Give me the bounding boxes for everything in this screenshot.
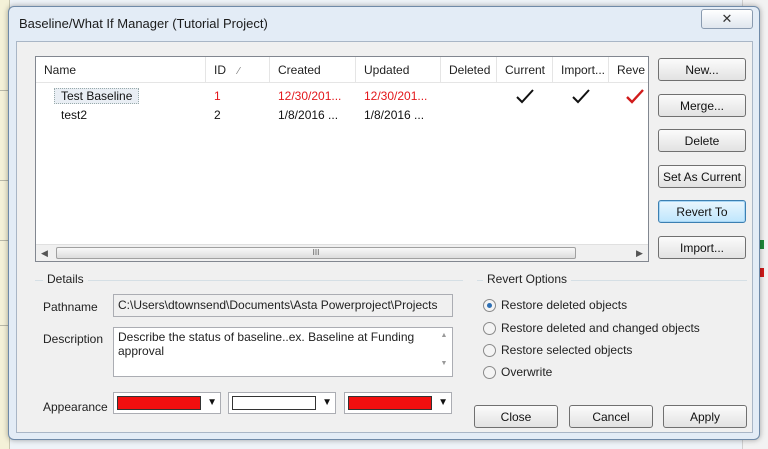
row-name-text: Test Baseline	[54, 88, 140, 104]
revert-to-button[interactable]: Revert To	[658, 200, 746, 223]
radio-restore-deleted-and-changed[interactable]: Restore deleted and changed objects	[483, 319, 700, 337]
description-scrollbar[interactable]: ▲ ▼	[437, 329, 451, 375]
appearance-label: Appearance	[43, 400, 108, 414]
cell-id: 2	[214, 108, 221, 122]
merge-button[interactable]: Merge...	[658, 94, 746, 117]
color-swatch	[232, 396, 316, 410]
appearance-color-dropdown-3[interactable]: ▼	[344, 392, 452, 414]
cell-deleted	[441, 106, 497, 124]
column-header-imported[interactable]: Import...	[553, 57, 609, 83]
column-header-name[interactable]: Name	[36, 57, 206, 83]
revert-options-group-label: Revert Options	[483, 272, 572, 286]
column-header-reverted[interactable]: Reve	[609, 57, 650, 83]
column-header-label: Import...	[561, 63, 606, 77]
pathname-label: Pathname	[43, 300, 98, 314]
cell-updated: 12/30/201...	[364, 89, 428, 103]
imported-check-icon	[572, 89, 590, 104]
appearance-color-dropdown-1[interactable]: ▼	[113, 392, 221, 414]
sort-indicator-icon: ⁄	[238, 66, 240, 77]
reverted-check-icon	[626, 89, 644, 104]
description-field[interactable]: Describe the status of baseline..ex. Bas…	[113, 327, 453, 377]
description-label: Description	[43, 332, 104, 346]
details-group-label: Details	[43, 272, 88, 286]
radio-restore-deleted[interactable]: Restore deleted objects	[483, 296, 627, 314]
radio-restore-selected[interactable]: Restore selected objects	[483, 341, 632, 359]
column-header-label: Updated	[364, 63, 410, 77]
horizontal-scrollbar[interactable]: ◀ III ▶	[36, 244, 648, 261]
column-header-updated[interactable]: Updated	[356, 57, 441, 83]
scroll-down-arrow-icon[interactable]: ▼	[437, 357, 451, 371]
cell-id: 1	[214, 89, 221, 103]
cell-created: 12/30/201...	[278, 89, 342, 103]
table-row[interactable]: test2 2 1/8/2016 ... 1/8/2016 ...	[36, 106, 648, 124]
radio-button-icon	[483, 343, 496, 357]
cell-deleted	[441, 87, 497, 105]
scroll-right-arrow-icon[interactable]: ▶	[631, 245, 648, 262]
baselines-list[interactable]: Name ID ⁄ Created Updated Deleted Current…	[35, 56, 649, 262]
dropdown-arrow-icon: ▼	[322, 397, 332, 408]
radio-label: Restore selected objects	[501, 343, 633, 357]
window-close-button[interactable]: ✕	[701, 9, 753, 29]
cell-name: test2	[61, 108, 88, 122]
column-header-label: Created	[278, 63, 321, 77]
scroll-left-arrow-icon[interactable]: ◀	[36, 245, 53, 262]
table-row[interactable]: Test Baseline 1 12/30/201... 12/30/201..…	[36, 87, 648, 105]
column-header-created[interactable]: Created	[270, 57, 356, 83]
pathname-field[interactable]: C:\Users\dtownsend\Documents\Asta Powerp…	[113, 294, 453, 317]
import-button[interactable]: Import...	[658, 236, 746, 259]
dialog-title: Baseline/What If Manager (Tutorial Proje…	[19, 16, 268, 31]
cell-created: 1/8/2016 ...	[278, 108, 339, 122]
delete-button[interactable]: Delete	[658, 129, 746, 152]
radio-button-icon	[483, 298, 496, 312]
dialog-client-area: Name ID ⁄ Created Updated Deleted Current…	[16, 41, 753, 433]
dialog-titlebar[interactable]: Baseline/What If Manager (Tutorial Proje…	[9, 7, 759, 43]
column-header-label: Name	[44, 63, 77, 77]
baseline-manager-dialog: Baseline/What If Manager (Tutorial Proje…	[8, 6, 760, 440]
radio-button-icon	[483, 321, 496, 335]
column-header-label: Current	[505, 63, 546, 77]
cell-name: Test Baseline	[54, 87, 204, 105]
details-group-line	[35, 280, 463, 281]
scroll-up-arrow-icon[interactable]: ▲	[437, 329, 451, 343]
cancel-button[interactable]: Cancel	[569, 405, 653, 428]
apply-button[interactable]: Apply	[663, 405, 747, 428]
dropdown-arrow-icon: ▼	[438, 397, 448, 408]
cell-updated: 1/8/2016 ...	[364, 108, 425, 122]
column-header-label: Deleted	[449, 63, 491, 77]
radio-label: Restore deleted and changed objects	[501, 321, 700, 335]
set-as-current-button[interactable]: Set As Current	[658, 165, 746, 188]
radio-button-icon	[483, 365, 496, 379]
current-check-icon	[516, 89, 534, 104]
column-header-current[interactable]: Current	[497, 57, 553, 83]
close-icon: ✕	[721, 11, 733, 26]
column-header-label: ID	[214, 63, 226, 77]
dropdown-arrow-icon: ▼	[207, 397, 217, 408]
scroll-thumb-grip: III	[312, 248, 320, 257]
radio-label: Overwrite	[501, 365, 553, 379]
scroll-thumb[interactable]: III	[56, 247, 576, 259]
description-text: Describe the status of baseline..ex. Bas…	[118, 330, 415, 358]
column-header-deleted[interactable]: Deleted	[441, 57, 497, 83]
column-header-label: Reve	[617, 63, 646, 77]
radio-label: Restore deleted objects	[501, 298, 628, 312]
new-button[interactable]: New...	[658, 58, 746, 81]
radio-overwrite[interactable]: Overwrite	[483, 363, 552, 381]
close-button[interactable]: Close	[474, 405, 558, 428]
color-swatch	[348, 396, 432, 410]
color-swatch	[117, 396, 201, 410]
appearance-color-dropdown-2[interactable]: ▼	[228, 392, 336, 414]
list-header: Name ID ⁄ Created Updated Deleted Current…	[36, 57, 648, 83]
column-header-id[interactable]: ID ⁄	[206, 57, 270, 83]
